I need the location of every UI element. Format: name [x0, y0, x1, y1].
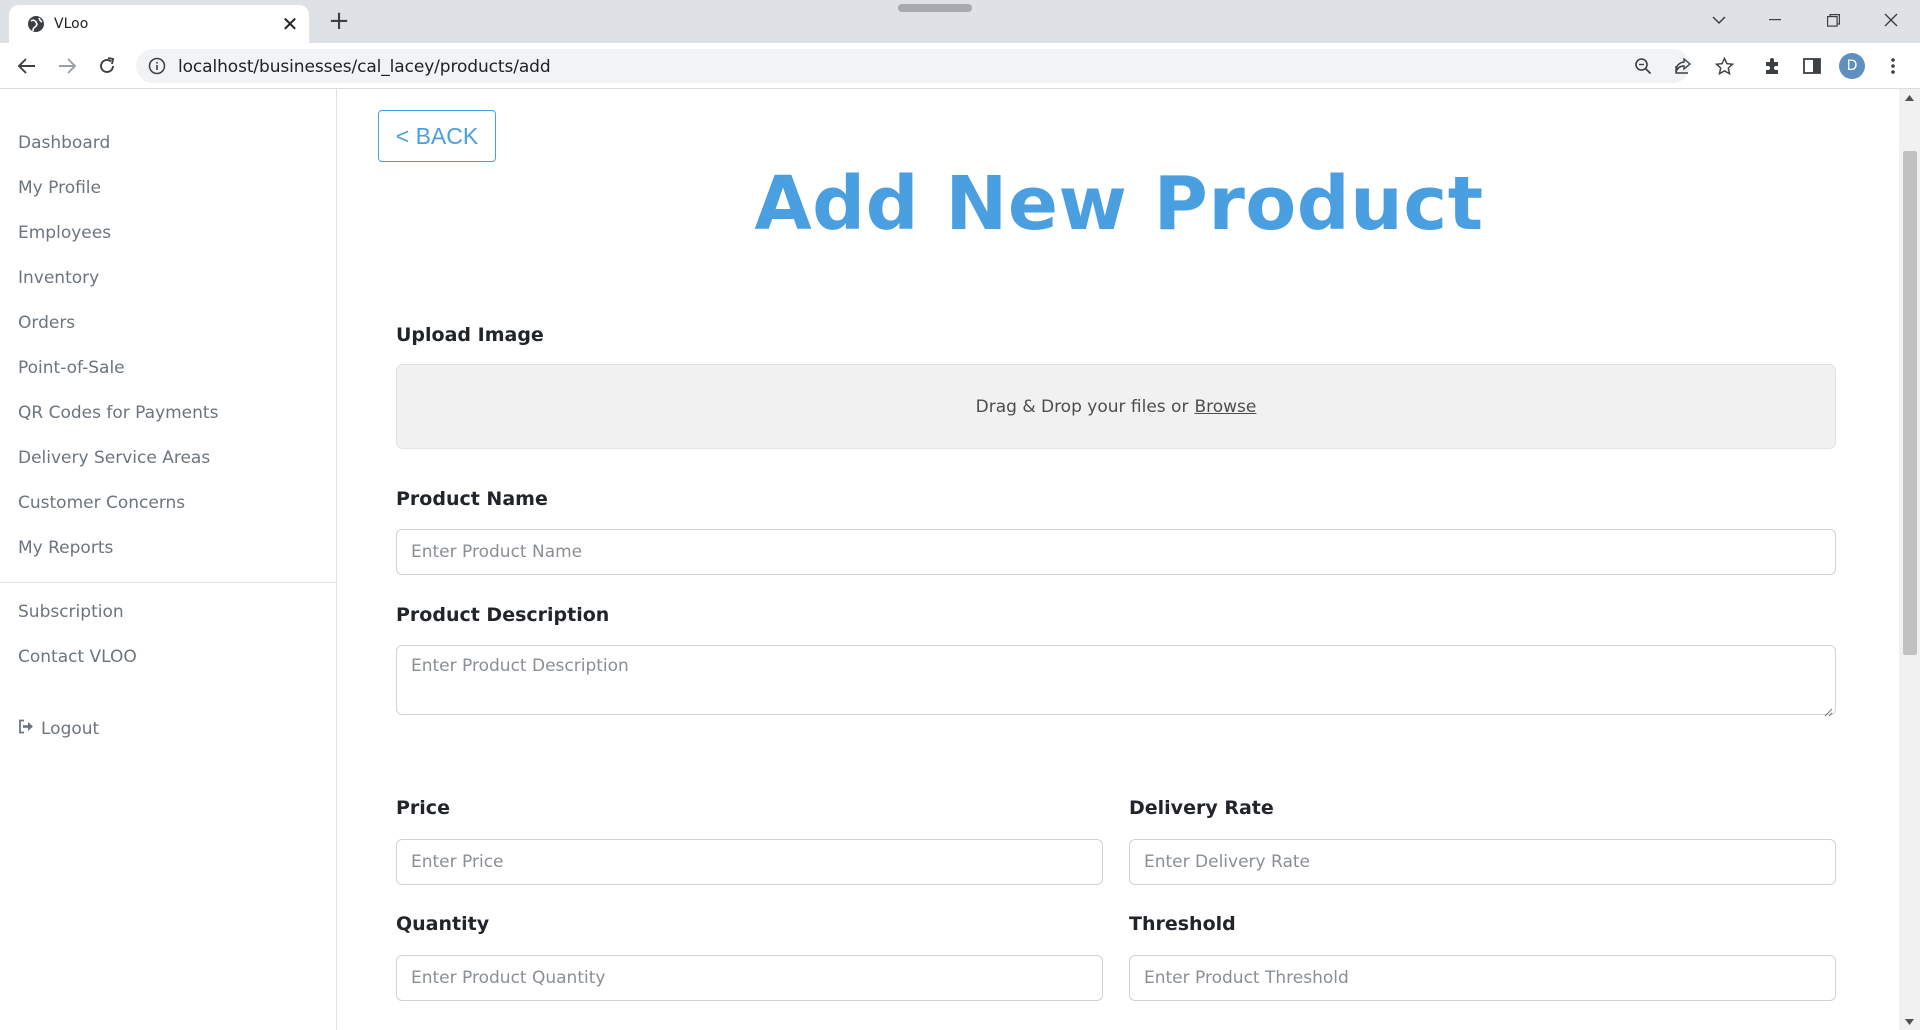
site-info-icon[interactable]	[148, 57, 166, 75]
browse-link[interactable]: Browse	[1194, 397, 1256, 417]
globe-icon	[27, 15, 45, 33]
product-name-input[interactable]: Enter Product Name	[396, 529, 1836, 575]
product-description-textarea[interactable]: Enter Product Description	[396, 645, 1836, 717]
back-arrow-icon[interactable]	[12, 51, 42, 81]
image-dropzone[interactable]: Drag & Drop your files or Browse	[396, 364, 1836, 449]
quantity-input[interactable]: Enter Product Quantity	[396, 955, 1103, 1001]
sidebar-item-subscription[interactable]: Subscription	[18, 602, 124, 622]
close-tab-icon[interactable]: ✕	[279, 13, 301, 35]
share-icon[interactable]	[1672, 55, 1694, 77]
page-content: Dashboard My Profile Employees Inventory…	[0, 89, 1920, 1030]
address-url: localhost/businesses/cal_lacey/products/…	[178, 57, 551, 77]
threshold-label: Threshold	[1129, 913, 1236, 935]
scrollbar-thumb[interactable]	[1903, 151, 1917, 655]
threshold-input[interactable]: Enter Product Threshold	[1129, 955, 1836, 1001]
profile-avatar[interactable]: D	[1839, 53, 1865, 79]
price-label: Price	[396, 797, 450, 819]
window-drag-handle[interactable]	[898, 4, 972, 12]
sidebar-item-qr-codes[interactable]: QR Codes for Payments	[18, 403, 218, 423]
scroll-down-arrow-icon[interactable]	[1899, 1013, 1920, 1030]
logout-link[interactable]: Logout	[18, 719, 99, 739]
zoom-icon[interactable]	[1632, 55, 1654, 77]
logout-label: Logout	[41, 719, 100, 739]
sidebar-item-point-of-sale[interactable]: Point-of-Sale	[18, 358, 125, 378]
bookmark-star-icon[interactable]	[1713, 55, 1735, 77]
product-description-label: Product Description	[396, 604, 610, 626]
sidebar-item-delivery-service-areas[interactable]: Delivery Service Areas	[18, 448, 210, 468]
dropzone-text: Drag & Drop your files or	[975, 396, 1189, 417]
reload-icon[interactable]	[92, 51, 122, 81]
browser-menu-icon[interactable]	[1880, 53, 1906, 79]
product-description-placeholder: Enter Product Description	[411, 656, 629, 676]
sidebar-item-orders[interactable]: Orders	[18, 313, 75, 333]
scroll-up-arrow-icon[interactable]	[1899, 89, 1920, 106]
sidebar-item-employees[interactable]: Employees	[18, 223, 111, 243]
sidebar-item-my-reports[interactable]: My Reports	[18, 538, 113, 558]
sidebar-item-dashboard[interactable]: Dashboard	[18, 133, 110, 153]
address-bar[interactable]: localhost/businesses/cal_lacey/products/…	[136, 49, 1734, 83]
delivery-rate-label: Delivery Rate	[1129, 797, 1274, 819]
side-panel-icon[interactable]	[1799, 53, 1825, 79]
price-input[interactable]: Enter Price	[396, 839, 1103, 885]
sidebar-item-my-profile[interactable]: My Profile	[18, 178, 101, 198]
sidebar-item-customer-concerns[interactable]: Customer Concerns	[18, 493, 185, 513]
resize-grip-icon[interactable]	[1823, 702, 1833, 717]
tab-search-chevron-icon[interactable]	[1690, 0, 1748, 40]
tab-title: VLoo	[54, 16, 89, 32]
back-button[interactable]: < BACK	[378, 110, 496, 162]
sidebar-divider	[0, 582, 337, 583]
sidebar: Dashboard My Profile Employees Inventory…	[0, 89, 337, 1030]
logout-icon	[18, 719, 35, 739]
delivery-rate-input[interactable]: Enter Delivery Rate	[1129, 839, 1836, 885]
minimize-window-icon[interactable]	[1746, 0, 1804, 40]
close-window-icon[interactable]	[1862, 0, 1920, 40]
product-name-label: Product Name	[396, 488, 548, 510]
extensions-puzzle-icon[interactable]	[1759, 53, 1785, 79]
new-tab-icon[interactable]: +	[325, 7, 353, 35]
sidebar-item-contact-vloo[interactable]: Contact VLOO	[18, 647, 137, 667]
sidebar-item-inventory[interactable]: Inventory	[18, 268, 99, 288]
browser-toolbar: localhost/businesses/cal_lacey/products/…	[0, 43, 1920, 89]
browser-tab[interactable]: VLoo ✕	[9, 5, 309, 43]
browser-tab-strip: VLoo ✕ +	[0, 0, 1920, 43]
page-title: Add New Product	[754, 161, 1484, 247]
quantity-label: Quantity	[396, 913, 490, 935]
upload-image-label: Upload Image	[396, 324, 544, 346]
restore-window-icon[interactable]	[1804, 0, 1862, 40]
forward-arrow-icon[interactable]	[52, 51, 82, 81]
